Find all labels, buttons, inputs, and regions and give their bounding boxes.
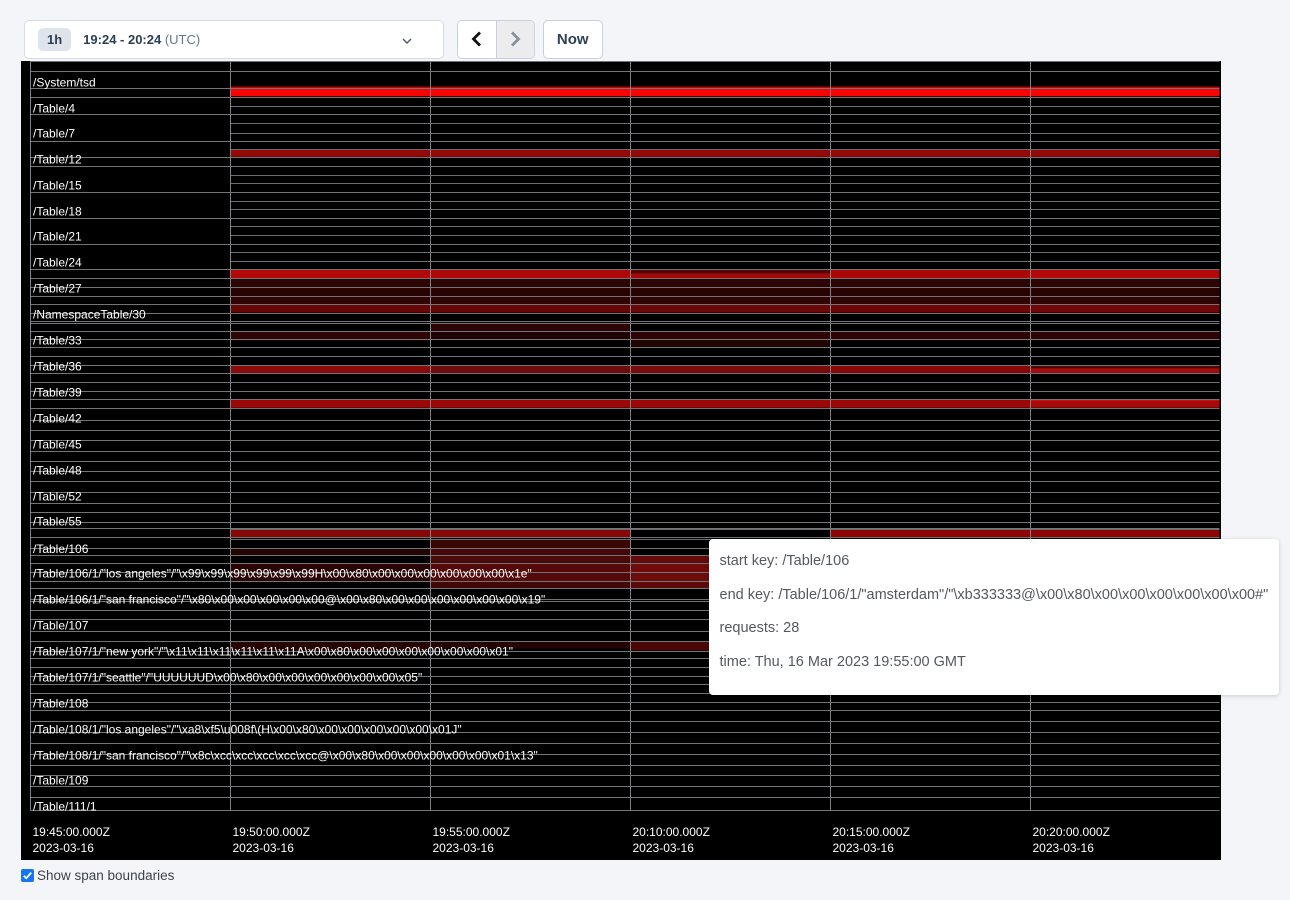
svg-text:2023-03-16: 2023-03-16 — [233, 841, 295, 855]
svg-text:/Table/107/1/"seattle"/"UUUUUU: /Table/107/1/"seattle"/"UUUUUUD\x00\x80\… — [33, 671, 422, 685]
svg-text:/Table/27: /Table/27 — [33, 282, 82, 296]
svg-text:/Table/21: /Table/21 — [33, 230, 82, 244]
svg-text:/Table/108: /Table/108 — [33, 697, 89, 711]
svg-text:/Table/36: /Table/36 — [33, 360, 82, 374]
svg-text:/Table/18: /Table/18 — [33, 205, 82, 219]
svg-text:2023-03-16: 2023-03-16 — [833, 841, 895, 855]
svg-text:/NamespaceTable/30: /NamespaceTable/30 — [33, 308, 146, 322]
svg-text:/Table/108/1/"los angeles"/"\x: /Table/108/1/"los angeles"/"\xa8\xf5\u00… — [33, 723, 462, 737]
svg-text:/Table/106: /Table/106 — [33, 542, 89, 556]
svg-text:/Table/106/1/"los angeles"/"\x: /Table/106/1/"los angeles"/"\x99\x99\x99… — [33, 567, 532, 581]
svg-text:/Table/7: /Table/7 — [33, 127, 75, 141]
svg-text:/Table/55: /Table/55 — [33, 515, 82, 529]
svg-text:/Table/106/1/"san francisco"/": /Table/106/1/"san francisco"/"\x80\x00\x… — [33, 593, 545, 607]
svg-text:19:55:00.000Z: 19:55:00.000Z — [433, 825, 510, 839]
svg-text:/Table/15: /Table/15 — [33, 179, 82, 193]
svg-text:2023-03-16: 2023-03-16 — [433, 841, 495, 855]
svg-text:/Table/52: /Table/52 — [33, 490, 82, 504]
svg-text:19:50:00.000Z: 19:50:00.000Z — [233, 825, 310, 839]
svg-text:19:45:00.000Z: 19:45:00.000Z — [33, 825, 110, 839]
svg-text:/Table/108/1/"san francisco"/": /Table/108/1/"san francisco"/"\x8c\xcc\x… — [33, 749, 538, 763]
svg-text:2023-03-16: 2023-03-16 — [1033, 841, 1095, 855]
svg-text:/Table/111/1: /Table/111/1 — [33, 800, 97, 814]
svg-text:/Table/12: /Table/12 — [33, 153, 82, 167]
svg-text:/Table/45: /Table/45 — [33, 438, 82, 452]
svg-text:2023-03-16: 2023-03-16 — [633, 841, 695, 855]
svg-text:2023-03-16: 2023-03-16 — [33, 841, 95, 855]
svg-text:/Table/24: /Table/24 — [33, 256, 82, 270]
svg-text:/Table/107/1/"new york"/"\x11\: /Table/107/1/"new york"/"\x11\x11\x11\x1… — [33, 645, 513, 659]
svg-text:/Table/48: /Table/48 — [33, 464, 82, 478]
svg-text:/Table/109: /Table/109 — [33, 774, 89, 788]
svg-text:20:10:00.000Z: 20:10:00.000Z — [633, 825, 710, 839]
svg-text:/Table/42: /Table/42 — [33, 412, 82, 426]
svg-text:/System/tsd: /System/tsd — [33, 76, 96, 90]
svg-text:/Table/4: /Table/4 — [33, 102, 75, 116]
svg-text:/Table/33: /Table/33 — [33, 334, 82, 348]
svg-text:20:20:00.000Z: 20:20:00.000Z — [1033, 825, 1110, 839]
svg-text:20:15:00.000Z: 20:15:00.000Z — [833, 825, 910, 839]
svg-text:/Table/39: /Table/39 — [33, 386, 82, 400]
svg-text:/Table/107: /Table/107 — [33, 619, 89, 633]
